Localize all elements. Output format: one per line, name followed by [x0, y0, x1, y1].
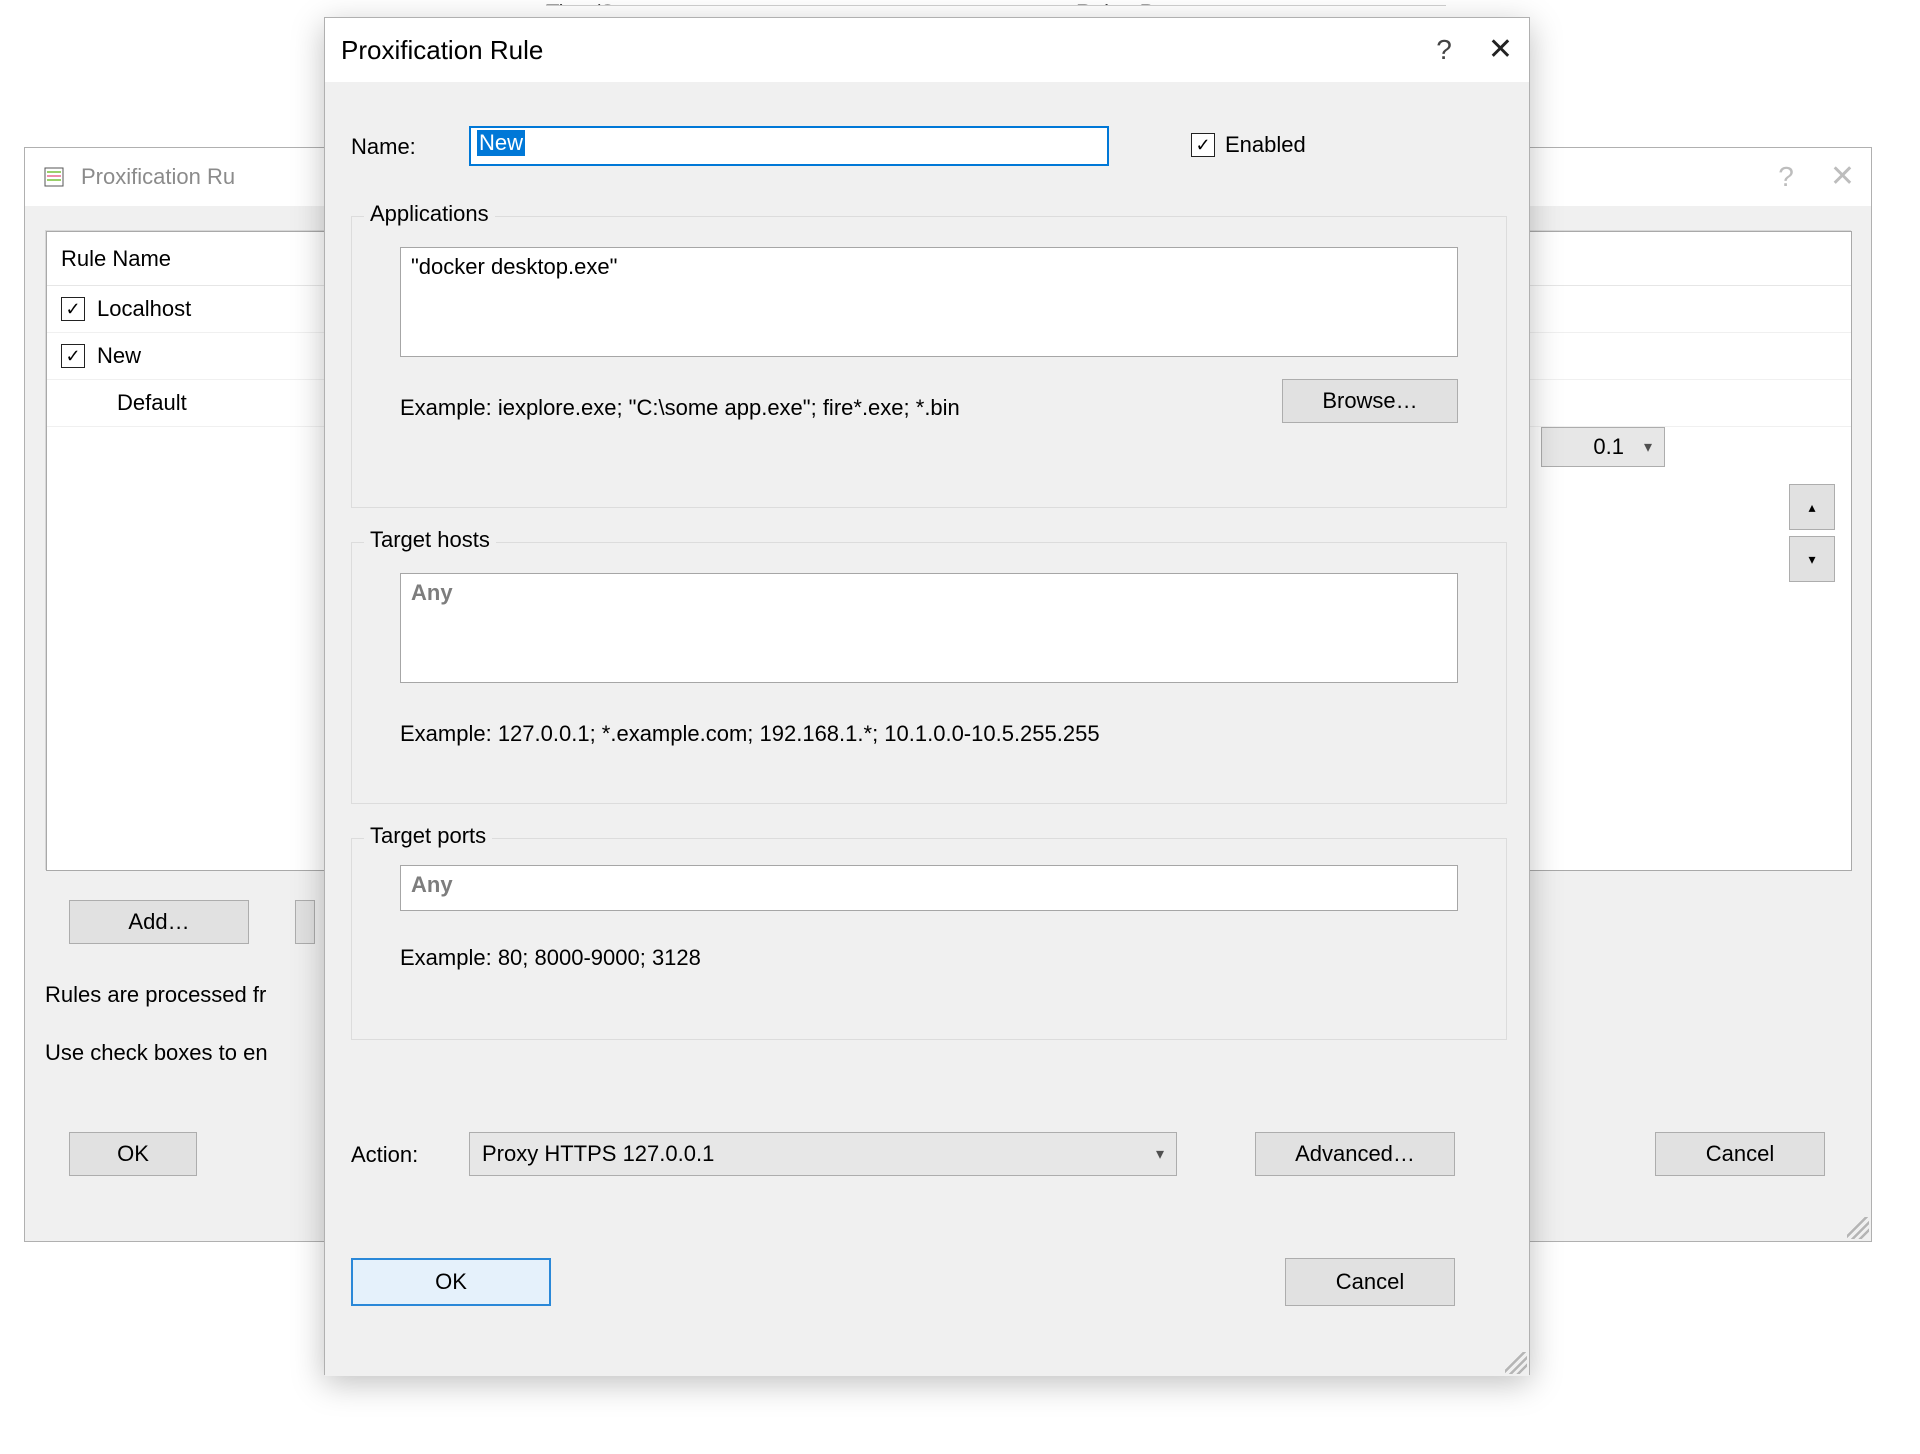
- rules-window-icon: [41, 164, 67, 190]
- rule-cancel-label: Cancel: [1336, 1269, 1404, 1295]
- action-select-value: Proxy HTTPS 127.0.0.1: [482, 1141, 714, 1167]
- advanced-button-label: Advanced…: [1295, 1141, 1415, 1167]
- rules-item-label: New: [97, 343, 141, 369]
- resize-grip-icon[interactable]: [1847, 1217, 1869, 1239]
- applications-legend: Applications: [364, 201, 495, 227]
- rule-ok-button[interactable]: OK: [351, 1258, 551, 1306]
- rules-combo-partial[interactable]: 0.1 ▾: [1541, 427, 1665, 467]
- bg-column-header-row: Time/Status Rule : Proxy: [546, 0, 1446, 6]
- applications-example: Example: iexplore.exe; "C:\some app.exe"…: [400, 395, 1180, 421]
- chevron-down-icon: ▾: [1156, 1144, 1164, 1164]
- enabled-checkbox[interactable]: ✓ Enabled: [1191, 132, 1306, 158]
- rules-ok-label: OK: [117, 1141, 149, 1167]
- rules-window-title: Proxification Ru: [81, 164, 235, 190]
- action-select[interactable]: Proxy HTTPS 127.0.0.1 ▾: [469, 1132, 1177, 1176]
- rules-list-header-rule-name: Rule Name: [61, 246, 171, 272]
- add-button[interactable]: Add…: [69, 900, 249, 944]
- rules-window-close-icon[interactable]: ✕: [1830, 162, 1855, 192]
- resize-grip-icon[interactable]: [1505, 1352, 1527, 1374]
- rule-dialog-title: Proxification Rule: [341, 35, 543, 66]
- target-hosts-textarea[interactable]: Any: [400, 573, 1458, 683]
- name-input[interactable]: New: [469, 126, 1109, 166]
- applications-value: "docker desktop.exe": [411, 254, 617, 279]
- applications-textarea[interactable]: "docker desktop.exe": [400, 247, 1458, 357]
- advanced-button[interactable]: Advanced…: [1255, 1132, 1455, 1176]
- col-time-status-header: Time/Status: [546, 0, 663, 6]
- rules-note-2: Use check boxes to en: [45, 1040, 268, 1066]
- checkbox-icon[interactable]: ✓: [61, 344, 85, 368]
- browse-button-label: Browse…: [1322, 388, 1417, 414]
- target-hosts-example: Example: 127.0.0.1; *.example.com; 192.1…: [400, 721, 1458, 747]
- rules-ok-button[interactable]: OK: [69, 1132, 197, 1176]
- target-hosts-placeholder: Any: [411, 580, 453, 605]
- rules-cancel-label: Cancel: [1706, 1141, 1774, 1167]
- rules-note-1: Rules are processed fr: [45, 982, 266, 1008]
- chevron-down-icon: ▾: [1644, 437, 1652, 457]
- rules-item-label: Localhost: [97, 296, 191, 322]
- applications-group: Applications "docker desktop.exe" Exampl…: [351, 216, 1507, 508]
- target-ports-input[interactable]: Any: [400, 865, 1458, 911]
- rules-cancel-button[interactable]: Cancel: [1655, 1132, 1825, 1176]
- spin-up-button[interactable]: ▴: [1789, 484, 1835, 530]
- name-input-value: New: [477, 130, 525, 156]
- target-ports-legend: Target ports: [364, 823, 492, 849]
- target-ports-placeholder: Any: [411, 872, 453, 897]
- action-label: Action:: [351, 1142, 418, 1168]
- rule-dialog-close-icon[interactable]: ✕: [1488, 35, 1513, 65]
- checkbox-icon: ✓: [1191, 133, 1215, 157]
- target-hosts-legend: Target hosts: [364, 527, 496, 553]
- enabled-checkbox-label: Enabled: [1225, 132, 1306, 158]
- target-hosts-group: Target hosts Any Example: 127.0.0.1; *.e…: [351, 542, 1507, 804]
- add-button-label: Add…: [128, 909, 189, 935]
- button-partial[interactable]: [295, 900, 315, 944]
- target-ports-example: Example: 80; 8000-9000; 3128: [400, 945, 701, 971]
- browse-button[interactable]: Browse…: [1282, 379, 1458, 423]
- rules-item-label: Default: [117, 390, 187, 416]
- col-rule-proxy-header: Rule : Proxy: [1076, 0, 1196, 6]
- rule-ok-label: OK: [435, 1269, 467, 1295]
- checkbox-icon[interactable]: ✓: [61, 297, 85, 321]
- target-ports-group: Target ports Any Example: 80; 8000-9000;…: [351, 838, 1507, 1040]
- rule-dialog-body: Name: New ✓ Enabled Applications "docker…: [325, 82, 1529, 1376]
- rule-cancel-button[interactable]: Cancel: [1285, 1258, 1455, 1306]
- rules-window-help-icon[interactable]: ?: [1778, 161, 1794, 193]
- rule-dialog-titlebar[interactable]: Proxification Rule ? ✕: [325, 18, 1529, 82]
- rule-dialog-help-icon[interactable]: ?: [1436, 34, 1452, 66]
- rule-dialog: Proxification Rule ? ✕ Name: New ✓ Enabl…: [324, 17, 1530, 1375]
- rules-combo-text: 0.1: [1593, 434, 1624, 460]
- name-label: Name:: [351, 134, 416, 160]
- spin-down-button[interactable]: ▾: [1789, 536, 1835, 582]
